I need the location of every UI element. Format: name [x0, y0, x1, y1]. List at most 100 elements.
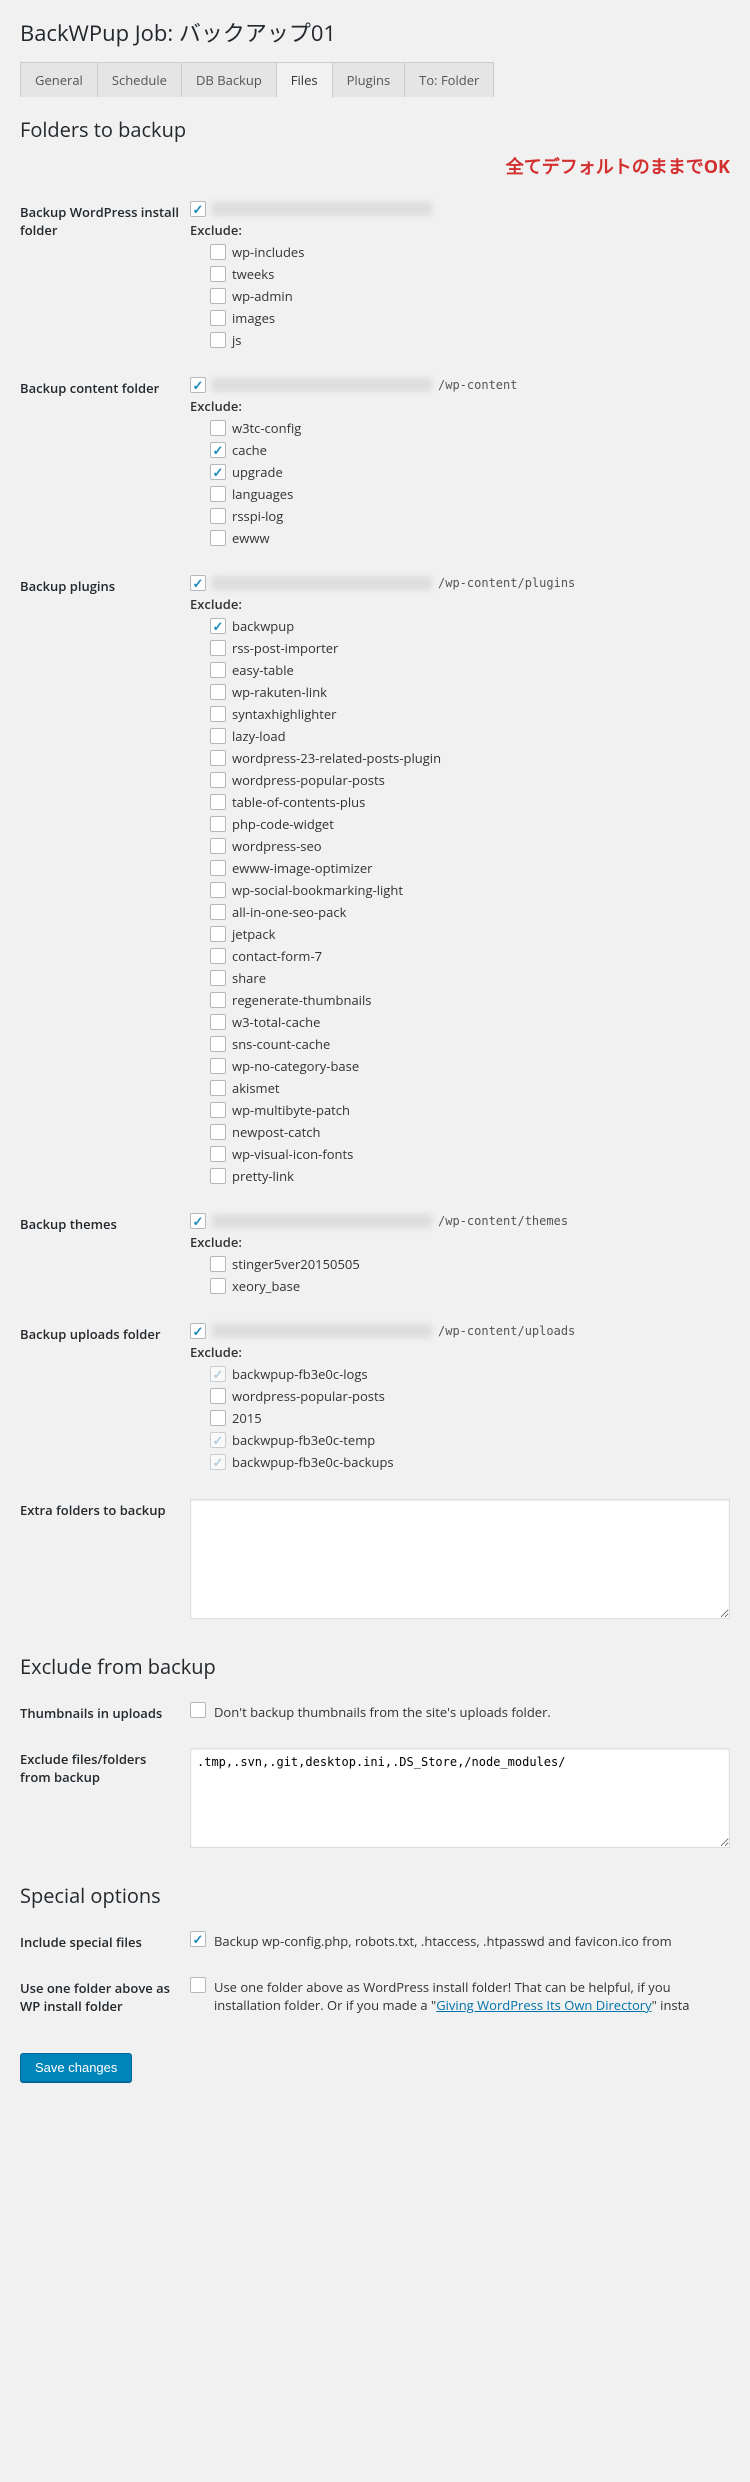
exclude-checkbox[interactable]	[210, 1168, 226, 1184]
exclude-checkbox[interactable]	[210, 618, 226, 634]
exclude-checkbox[interactable]	[210, 838, 226, 854]
exclude-option[interactable]: syntaxhighlighter	[210, 705, 730, 723]
exclude-option[interactable]: xeory_base	[210, 1277, 730, 1295]
tab-to-folder[interactable]: To: Folder	[404, 62, 494, 97]
exclude-checkbox[interactable]	[210, 1256, 226, 1272]
exclude-option[interactable]: regenerate-thumbnails	[210, 991, 730, 1009]
exclude-option[interactable]: languages	[210, 485, 730, 503]
exclude-checkbox[interactable]	[210, 750, 226, 766]
exclude-checkbox[interactable]	[210, 662, 226, 678]
tab-schedule[interactable]: Schedule	[97, 62, 182, 97]
exclude-option[interactable]: all-in-one-seo-pack	[210, 903, 730, 921]
one-folder-above-option[interactable]: Use one folder above as WordPress instal…	[190, 1977, 730, 2014]
exclude-option[interactable]: wp-rakuten-link	[210, 683, 730, 701]
plugins-checkbox[interactable]	[190, 575, 206, 591]
exclude-files-input[interactable]: .tmp,.svn,.git,desktop.ini,.DS_Store,/no…	[190, 1748, 730, 1848]
exclude-checkbox[interactable]	[210, 684, 226, 700]
exclude-option[interactable]: rsspi-log	[210, 507, 730, 525]
one-folder-above-checkbox[interactable]	[190, 1977, 206, 1993]
exclude-option[interactable]: pretty-link	[210, 1167, 730, 1185]
exclude-checkbox[interactable]	[210, 266, 226, 282]
exclude-checkbox[interactable]	[210, 772, 226, 788]
exclude-checkbox[interactable]	[210, 794, 226, 810]
exclude-option[interactable]: images	[210, 309, 730, 327]
themes-checkbox[interactable]	[190, 1213, 206, 1229]
exclude-option[interactable]: w3tc-config	[210, 419, 730, 437]
exclude-option[interactable]: share	[210, 969, 730, 987]
exclude-option[interactable]: wordpress-seo	[210, 837, 730, 855]
exclude-option[interactable]: ewww-image-optimizer	[210, 859, 730, 877]
exclude-option[interactable]: akismet	[210, 1079, 730, 1097]
exclude-checkbox[interactable]	[210, 904, 226, 920]
exclude-option[interactable]: wp-no-category-base	[210, 1057, 730, 1075]
exclude-checkbox[interactable]	[210, 1278, 226, 1294]
exclude-checkbox[interactable]	[210, 508, 226, 524]
exclude-checkbox[interactable]	[210, 1014, 226, 1030]
exclude-checkbox[interactable]	[210, 1410, 226, 1426]
exclude-checkbox[interactable]	[210, 926, 226, 942]
content-checkbox[interactable]	[190, 377, 206, 393]
exclude-option[interactable]: backwpup-fb3e0c-logs	[210, 1365, 730, 1383]
exclude-checkbox[interactable]	[210, 882, 226, 898]
exclude-option[interactable]: rss-post-importer	[210, 639, 730, 657]
exclude-checkbox[interactable]	[210, 420, 226, 436]
exclude-option[interactable]: wp-social-bookmarking-light	[210, 881, 730, 899]
exclude-option[interactable]: backwpup	[210, 617, 730, 635]
exclude-checkbox[interactable]	[210, 1388, 226, 1404]
exclude-option[interactable]: tweeks	[210, 265, 730, 283]
exclude-checkbox[interactable]	[210, 706, 226, 722]
exclude-checkbox[interactable]	[210, 816, 226, 832]
exclude-option[interactable]: contact-form-7	[210, 947, 730, 965]
tab-plugins[interactable]: Plugins	[332, 62, 406, 97]
exclude-option[interactable]: stinger5ver20150505	[210, 1255, 730, 1273]
exclude-option[interactable]: wp-multibyte-patch	[210, 1101, 730, 1119]
exclude-checkbox[interactable]	[210, 486, 226, 502]
exclude-option[interactable]: table-of-contents-plus	[210, 793, 730, 811]
exclude-option[interactable]: ewww	[210, 529, 730, 547]
tab-db-backup[interactable]: DB Backup	[181, 62, 277, 97]
exclude-option[interactable]: w3-total-cache	[210, 1013, 730, 1031]
extra-folders-input[interactable]	[190, 1499, 730, 1619]
exclude-option[interactable]: jetpack	[210, 925, 730, 943]
exclude-checkbox[interactable]	[210, 530, 226, 546]
own-directory-link[interactable]: Giving WordPress Its Own Directory	[436, 1996, 651, 2014]
exclude-option[interactable]: wp-includes	[210, 243, 730, 261]
exclude-checkbox[interactable]	[210, 288, 226, 304]
exclude-option[interactable]: wordpress-23-related-posts-plugin	[210, 749, 730, 767]
save-changes-button[interactable]: Save changes	[20, 2053, 132, 2082]
exclude-option[interactable]: wp-admin	[210, 287, 730, 305]
exclude-checkbox[interactable]	[210, 860, 226, 876]
exclude-checkbox[interactable]	[210, 332, 226, 348]
exclude-checkbox[interactable]	[210, 728, 226, 744]
thumbnails-checkbox[interactable]	[190, 1702, 206, 1718]
exclude-option[interactable]: upgrade	[210, 463, 730, 481]
uploads-checkbox[interactable]	[190, 1323, 206, 1339]
exclude-option[interactable]: backwpup-fb3e0c-temp	[210, 1431, 730, 1449]
exclude-checkbox[interactable]	[210, 948, 226, 964]
exclude-option[interactable]: php-code-widget	[210, 815, 730, 833]
include-special-checkbox[interactable]	[190, 1931, 206, 1947]
tab-general[interactable]: General	[20, 62, 98, 97]
exclude-option[interactable]: lazy-load	[210, 727, 730, 745]
exclude-checkbox[interactable]	[210, 1080, 226, 1096]
exclude-checkbox[interactable]	[210, 1036, 226, 1052]
exclude-option[interactable]: 2015	[210, 1409, 730, 1427]
exclude-checkbox[interactable]	[210, 464, 226, 480]
exclude-checkbox[interactable]	[210, 1124, 226, 1140]
exclude-checkbox[interactable]	[210, 1058, 226, 1074]
exclude-option[interactable]: wordpress-popular-posts	[210, 771, 730, 789]
tab-files[interactable]: Files	[276, 62, 333, 98]
exclude-option[interactable]: wordpress-popular-posts	[210, 1387, 730, 1405]
exclude-option[interactable]: cache	[210, 441, 730, 459]
install-checkbox[interactable]	[190, 201, 206, 217]
exclude-option[interactable]: sns-count-cache	[210, 1035, 730, 1053]
exclude-option[interactable]: js	[210, 331, 730, 349]
exclude-checkbox[interactable]	[210, 992, 226, 1008]
exclude-checkbox[interactable]	[210, 442, 226, 458]
exclude-checkbox[interactable]	[210, 244, 226, 260]
thumbnails-option[interactable]: Don't backup thumbnails from the site's …	[190, 1702, 730, 1721]
include-special-option[interactable]: Backup wp-config.php, robots.txt, .htacc…	[190, 1931, 730, 1950]
exclude-checkbox[interactable]	[210, 1102, 226, 1118]
exclude-checkbox[interactable]	[210, 1146, 226, 1162]
exclude-option[interactable]: backwpup-fb3e0c-backups	[210, 1453, 730, 1471]
